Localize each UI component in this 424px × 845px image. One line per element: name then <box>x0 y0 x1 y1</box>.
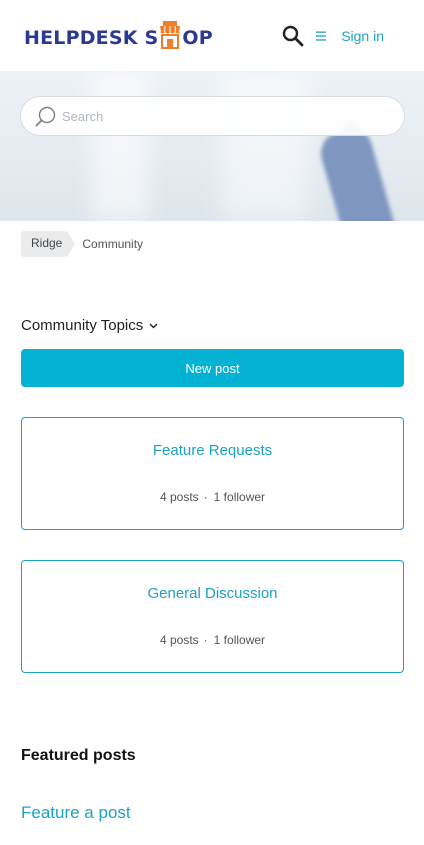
dropdown-label: Community Topics <box>21 317 144 334</box>
shop-awning-icon <box>160 21 181 49</box>
hero-banner <box>0 71 424 221</box>
meta-separator: · <box>203 633 208 647</box>
header-actions: Sign in <box>282 25 384 47</box>
sign-in-link[interactable]: Sign in <box>341 28 384 44</box>
feature-a-post-link[interactable]: Feature a post <box>21 803 131 823</box>
topic-meta: 4 posts · 1 follower <box>22 490 403 504</box>
hero-background-highlight <box>220 71 310 221</box>
topic-title: General Discussion <box>147 585 278 602</box>
logo-text-start: HELPDESK S <box>24 27 159 49</box>
breadcrumb-item-community: Community <box>82 237 144 251</box>
topic-follower-count: 1 follower <box>213 490 266 504</box>
logo-text-end: OP <box>182 27 213 49</box>
site-header: HELPDESK S OP Sign in <box>0 0 424 71</box>
topic-title: Feature Requests <box>152 442 273 459</box>
search-icon <box>35 106 56 127</box>
hero-background-highlight <box>90 71 150 221</box>
search-input[interactable] <box>62 108 382 124</box>
topic-meta: 4 posts · 1 follower <box>22 633 403 647</box>
topic-post-count: 4 posts <box>159 490 199 504</box>
breadcrumb-item-ridge[interactable]: Ridge <box>21 231 76 257</box>
topic-card-general-discussion[interactable]: General Discussion 4 posts · 1 follower <box>21 560 404 673</box>
search-bar <box>20 96 405 136</box>
hero-background-figure <box>315 123 397 221</box>
new-post-button[interactable]: New post <box>21 349 404 387</box>
topic-follower-count: 1 follower <box>213 633 266 647</box>
community-topics-dropdown[interactable]: Community Topics <box>21 317 158 334</box>
hamburger-menu-icon[interactable] <box>314 30 328 42</box>
helpdesk-shop-logo[interactable]: HELPDESK S OP <box>24 16 213 50</box>
featured-posts-heading: Featured posts <box>21 747 136 764</box>
chevron-down-icon <box>149 323 158 328</box>
topic-card-feature-requests[interactable]: Feature Requests 4 posts · 1 follower <box>21 417 404 530</box>
topic-post-count: 4 posts <box>159 633 199 647</box>
breadcrumb: Ridge Community <box>21 231 143 257</box>
meta-separator: · <box>203 490 208 504</box>
search-icon[interactable] <box>282 25 304 47</box>
